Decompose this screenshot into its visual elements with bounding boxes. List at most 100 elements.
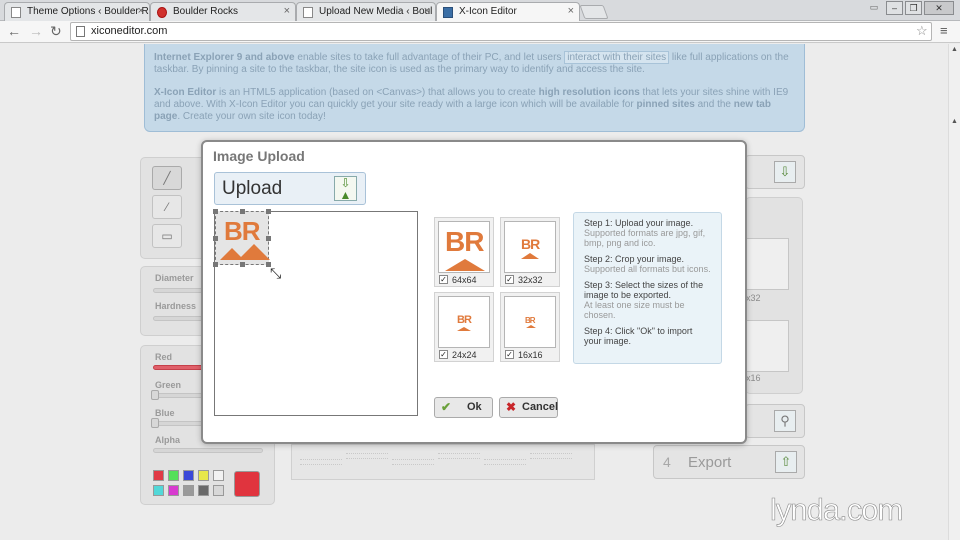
- alpha-label: Alpha: [155, 435, 181, 445]
- color-swatch[interactable]: [198, 485, 209, 496]
- page-icon: [76, 26, 85, 37]
- crop-handle[interactable]: [266, 209, 271, 214]
- cross-icon: ✖: [506, 400, 517, 414]
- new-tab-button[interactable]: [579, 5, 609, 19]
- color-swatch[interactable]: [213, 470, 224, 481]
- size-option-24[interactable]: BR ✓ 24x24: [434, 292, 494, 362]
- browser-toolbar: ← → ↻ xiconeditor.com ☆ ≡: [0, 21, 960, 43]
- fill-tool-icon[interactable]: ▭: [152, 224, 182, 248]
- window-controls: ▭ – ❐ ✕: [864, 1, 954, 15]
- crop-handle[interactable]: [240, 262, 245, 267]
- intro-info-box: Internet Explorer 9 and above enable sit…: [144, 44, 805, 132]
- close-tab-icon[interactable]: ×: [568, 5, 574, 17]
- ok-label: Ok: [467, 401, 482, 413]
- upload-shortcut-button[interactable]: ⇩: [745, 155, 805, 189]
- export-label: Export: [688, 454, 732, 471]
- close-tab-icon[interactable]: ×: [424, 5, 430, 17]
- address-bar[interactable]: xiconeditor.com: [70, 22, 932, 41]
- brush-tool-icon[interactable]: ╱: [152, 166, 182, 190]
- download-arrow-icon: ⇩: [774, 161, 796, 183]
- size-16-checkbox[interactable]: ✓: [505, 350, 514, 359]
- color-swatch[interactable]: [183, 470, 194, 481]
- color-swatch[interactable]: [198, 470, 209, 481]
- size-64-checkbox[interactable]: ✓: [439, 275, 448, 284]
- color-swatch[interactable]: [153, 485, 164, 496]
- tab-title: Upload New Media ‹ Boul: [319, 6, 433, 17]
- color-swatch[interactable]: [153, 470, 164, 481]
- cancel-button[interactable]: ✖ Cancel: [499, 397, 558, 418]
- instructions-box: Step 1: Upload your image. Supported form…: [573, 212, 722, 364]
- blue-slider-thumb[interactable]: [151, 418, 159, 428]
- bookmark-star-icon[interactable]: ☆: [916, 23, 928, 39]
- intro-paragraph-1: Internet Explorer 9 and above enable sit…: [154, 51, 789, 75]
- scroll-thumb[interactable]: ▲: [951, 118, 958, 125]
- forward-arrow-icon[interactable]: →: [29, 23, 43, 39]
- page-scrollbar[interactable]: ▲ ▲: [948, 44, 960, 540]
- user-icon[interactable]: ▭: [864, 1, 884, 15]
- mountain-icon: [526, 325, 536, 328]
- alpha-slider[interactable]: [153, 448, 263, 453]
- export-button[interactable]: 4 Export ⇧: [653, 445, 805, 479]
- upload-label: Upload: [222, 178, 283, 199]
- menu-icon[interactable]: ≡: [940, 23, 948, 38]
- minimize-button[interactable]: –: [886, 1, 903, 15]
- dialog-title: Image Upload: [213, 148, 305, 164]
- reload-icon[interactable]: ↻: [50, 23, 62, 40]
- maximize-button[interactable]: ❐: [905, 1, 922, 15]
- preview-16-box: [746, 320, 789, 372]
- mountain-icon: [457, 327, 471, 331]
- green-label: Green: [155, 380, 182, 390]
- size-option-16[interactable]: BR ✓ 16x16: [500, 292, 560, 362]
- crop-handle[interactable]: [213, 262, 218, 267]
- close-window-button[interactable]: ✕: [924, 1, 954, 15]
- size-32-label: 32x32: [518, 275, 543, 285]
- crop-handle[interactable]: [240, 209, 245, 214]
- hardness-label: Hardness: [155, 301, 197, 311]
- site-favicon-icon: [157, 7, 167, 18]
- size-16-label: 16x16: [518, 350, 543, 360]
- preview-24-image: BR: [438, 296, 490, 348]
- page-icon: [303, 7, 313, 18]
- size-option-32[interactable]: BR ✓ 32x32: [500, 217, 560, 287]
- upload-button[interactable]: Upload ⇩ ▲: [214, 172, 366, 205]
- scroll-up-icon[interactable]: ▲: [951, 46, 958, 53]
- green-slider-thumb[interactable]: [151, 390, 159, 400]
- url-text: xiconeditor.com: [91, 25, 168, 37]
- upload-image-icon: ⇩ ▲: [334, 176, 357, 201]
- eyedropper-tool-icon[interactable]: ⁄: [152, 195, 182, 219]
- color-swatch[interactable]: [213, 485, 224, 496]
- size-32-checkbox[interactable]: ✓: [505, 275, 514, 284]
- size-24-checkbox[interactable]: ✓: [439, 350, 448, 359]
- crop-selection[interactable]: BR: [213, 209, 271, 267]
- upload-arrow-icon: ⇧: [775, 451, 797, 473]
- close-tab-icon[interactable]: ×: [284, 5, 290, 17]
- close-tab-icon[interactable]: ×: [138, 5, 144, 17]
- crop-handle[interactable]: [213, 209, 218, 214]
- size-option-64[interactable]: BR ✓ 64x64: [434, 217, 494, 287]
- color-swatch[interactable]: [183, 485, 194, 496]
- mountain-icon: [238, 244, 270, 260]
- crop-handle[interactable]: [213, 236, 218, 241]
- export-step-number: 4: [663, 454, 671, 470]
- tab-theme-options[interactable]: Theme Options ‹ Boulder R ×: [4, 2, 150, 21]
- tab-upload-new-media[interactable]: Upload New Media ‹ Boul ×: [296, 2, 436, 21]
- back-arrow-icon[interactable]: ←: [7, 23, 21, 39]
- preview-logo-text: BR: [525, 316, 536, 325]
- preview-panel: x32 x16: [745, 197, 803, 394]
- cancel-label: Cancel: [522, 401, 559, 413]
- preview-16-image: BR: [504, 296, 556, 348]
- tab-boulder-rocks[interactable]: Boulder Rocks ×: [150, 2, 296, 21]
- tab-title: X-Icon Editor: [459, 6, 517, 17]
- intro-paragraph-2: X-Icon Editor is an HTML5 application (b…: [154, 87, 789, 122]
- preview-zoom-button[interactable]: ⚲: [745, 404, 805, 438]
- color-swatch[interactable]: [168, 470, 179, 481]
- tab-x-icon-editor[interactable]: X-Icon Editor ×: [436, 2, 580, 21]
- ok-button[interactable]: ✔ Ok: [434, 397, 493, 418]
- check-icon: ✔: [441, 400, 452, 414]
- color-swatch[interactable]: [168, 485, 179, 496]
- tab-title: Theme Options ‹ Boulder R: [27, 6, 149, 17]
- current-color-swatch[interactable]: [234, 471, 260, 497]
- preview-32-label: x32: [746, 293, 761, 303]
- crop-canvas[interactable]: BR ⤡: [213, 209, 418, 416]
- crop-handle[interactable]: [266, 236, 271, 241]
